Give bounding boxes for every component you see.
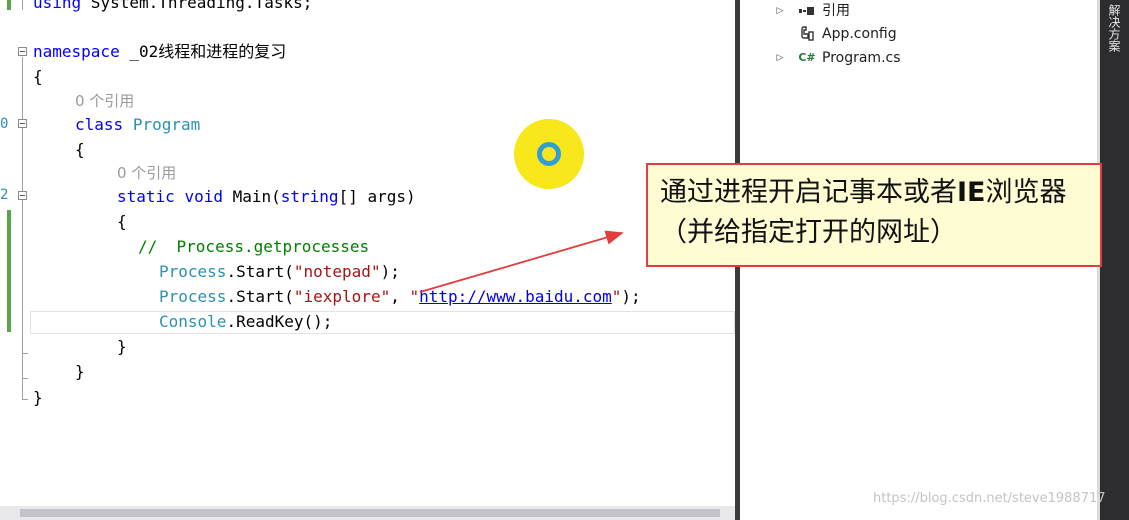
callout-text: 通过进程开启记事本或者 — [660, 177, 957, 208]
brace: } — [33, 388, 43, 407]
method-call: .Start( — [226, 262, 294, 281]
keyword: using — [33, 0, 82, 12]
config-file-icon — [798, 26, 816, 42]
brace: } — [117, 337, 127, 356]
code-line-start-notepad[interactable]: Process.Start("notepad"); — [159, 262, 400, 282]
string-literal: "iexplore" — [293, 287, 391, 306]
string-quote: " — [611, 287, 622, 306]
brace: { — [75, 140, 85, 159]
method-call: .Start( — [226, 287, 294, 306]
annotation-callout: 通过进程开启记事本或者IE浏览器（并给指定打开的网址） — [646, 163, 1102, 267]
code-line-main-signature[interactable]: static void Main(string[] args) — [117, 187, 416, 207]
method-name: Main( — [222, 187, 281, 206]
tree-item-app-config[interactable]: App.config — [798, 23, 897, 45]
collapse-method-button[interactable] — [18, 191, 27, 200]
code-line-brace[interactable]: } — [75, 362, 85, 382]
codelens-text: 0 个引用 — [117, 164, 177, 182]
method-call: .ReadKey(); — [226, 312, 333, 331]
horizontal-scrollbar[interactable] — [0, 506, 735, 520]
string-literal: "notepad" — [293, 262, 381, 281]
parameters: [] args) — [338, 187, 416, 206]
code-line-brace[interactable]: { — [117, 212, 127, 232]
tree-item-references[interactable]: ▷ 引用 — [774, 0, 850, 22]
outline-end-tick — [22, 399, 28, 400]
code-line-comment[interactable]: // Process.getprocesses — [138, 237, 369, 257]
tree-item-label: 引用 — [822, 3, 850, 19]
code-line-brace[interactable]: } — [33, 388, 43, 408]
code-line-brace[interactable]: } — [117, 337, 127, 357]
codelens-class-references[interactable]: 0 个引用 — [75, 91, 134, 111]
collapse-class-button[interactable] — [18, 119, 27, 128]
brace: { — [33, 67, 43, 86]
url-link[interactable]: http://www.baidu.com — [419, 287, 612, 306]
dock-tab-solution-explorer[interactable]: 解决方案 — [1105, 4, 1123, 52]
type-name: Process — [159, 262, 227, 281]
callout-text-bold: IE — [957, 177, 986, 208]
keyword: class — [75, 115, 124, 134]
outline-guide — [22, 0, 23, 10]
type-name: Console — [159, 312, 227, 331]
references-icon — [798, 6, 816, 16]
dock-tab-strip: 解决方案 — [1100, 0, 1129, 520]
keyword: namespace — [33, 42, 120, 61]
outline-end-tick — [22, 353, 28, 354]
current-line-highlight — [30, 311, 735, 334]
brace: } — [75, 362, 85, 381]
code-line-start-iexplore[interactable]: Process.Start("iexplore", "http://www.ba… — [159, 287, 641, 307]
punctuation: ); — [621, 287, 641, 306]
watermark: https://blog.csdn.net/steve1988717 — [873, 491, 1106, 506]
punctuation: , — [390, 287, 410, 306]
cursor-ring-icon — [537, 142, 561, 166]
code-line-brace[interactable]: { — [75, 140, 85, 160]
type-name: Process — [159, 287, 227, 306]
change-bar — [7, 210, 11, 332]
outline-end-tick — [22, 378, 28, 379]
tree-item-label: Program.cs — [822, 50, 901, 66]
comment: // Process.getprocesses — [138, 237, 370, 256]
codelens-main-references[interactable]: 0 个引用 — [117, 163, 176, 183]
change-bar — [7, 0, 11, 10]
code-line-using[interactable]: using System.Threading.Tasks; — [33, 0, 312, 13]
scrollbar-thumb[interactable] — [20, 509, 720, 517]
class-name: Program — [132, 115, 201, 134]
punctuation: ); — [380, 262, 400, 281]
outline-guide — [22, 57, 23, 399]
string-quote: " — [409, 287, 420, 306]
brace: { — [117, 212, 127, 231]
code-line-namespace[interactable]: namespace _02线程和进程的复习 — [33, 42, 286, 62]
line-number: 0 — [0, 116, 9, 132]
line-number: 2 — [0, 187, 9, 203]
code-line-brace[interactable]: { — [33, 67, 43, 87]
keyword: static — [117, 187, 175, 206]
expand-arrow-icon[interactable]: ▷ — [774, 47, 786, 69]
collapse-namespace-button[interactable] — [18, 47, 27, 56]
keyword: void — [184, 187, 223, 206]
namespace-name: _02线程和进程的复习 — [119, 42, 287, 61]
csharp-file-icon: C# — [798, 51, 816, 64]
code-line-class[interactable]: class Program — [75, 115, 200, 135]
code-editor[interactable]: 0 2 using System.Threading.Tasks; namesp… — [0, 0, 735, 520]
keyword: string — [280, 187, 339, 206]
expand-arrow-icon[interactable]: ▷ — [774, 0, 786, 22]
tree-item-program-cs[interactable]: ▷ C# Program.cs — [774, 47, 901, 69]
code-line-readkey[interactable]: Console.ReadKey(); — [159, 312, 332, 332]
codelens-text: 0 个引用 — [75, 92, 135, 110]
namespace-ref: System.Threading.Tasks; — [81, 0, 313, 12]
tree-item-label: App.config — [822, 26, 897, 42]
